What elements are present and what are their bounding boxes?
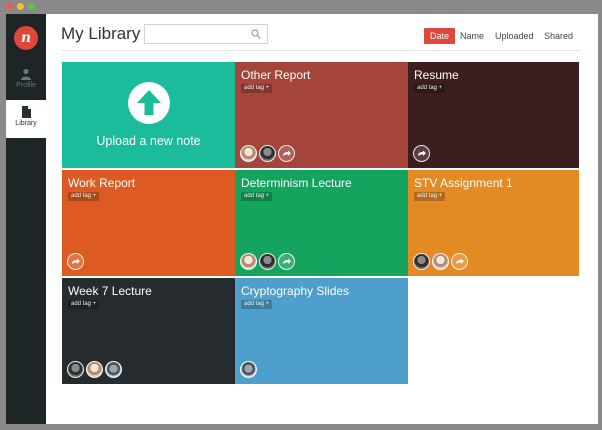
avatar[interactable] <box>259 253 276 270</box>
title-bar <box>0 0 602 14</box>
note-title: Week 7 Lecture <box>68 284 152 298</box>
note-title: Cryptography Slides <box>241 284 350 298</box>
note-title: Determinism Lecture <box>241 176 352 190</box>
avatar[interactable] <box>105 361 122 378</box>
notes-logo-icon[interactable]: n <box>14 26 38 50</box>
maximize-window-button[interactable] <box>28 3 35 10</box>
sidebar-item-label: Library <box>15 120 37 127</box>
share-icon[interactable] <box>451 253 468 270</box>
share-icon[interactable] <box>67 253 84 270</box>
note-tile-resume[interactable]: Resume add tag + <box>408 62 579 168</box>
note-tile-determinism-lecture[interactable]: Determinism Lecture add tag + <box>235 170 408 276</box>
search-icon[interactable] <box>251 29 261 39</box>
person-icon <box>21 68 31 80</box>
note-title: STV Assignment 1 <box>414 176 513 190</box>
upload-note-tile[interactable]: Upload a new note <box>62 62 235 168</box>
add-tag-button[interactable]: add tag + <box>241 192 273 201</box>
upload-arrow-icon <box>128 82 170 124</box>
share-icon[interactable] <box>278 253 295 270</box>
note-tile-week-7-lecture[interactable]: Week 7 Lecture add tag + <box>62 278 235 384</box>
note-title: Other Report <box>241 68 311 82</box>
add-tag-button[interactable]: add tag + <box>414 192 446 201</box>
add-tag-button[interactable]: add tag + <box>68 300 100 309</box>
app-frame: n Profile Library My Library Date Name U… <box>0 0 602 430</box>
sort-date-button[interactable]: Date <box>424 28 456 44</box>
document-icon <box>22 106 31 118</box>
app-window: n Profile Library My Library Date Name U… <box>6 14 598 424</box>
note-title: Resume <box>414 68 459 82</box>
note-tile-work-report[interactable]: Work Report add tag + <box>62 170 235 276</box>
avatar[interactable] <box>67 361 84 378</box>
search-input[interactable] <box>144 24 268 44</box>
minimize-window-button[interactable] <box>17 3 24 10</box>
avatar[interactable] <box>240 253 257 270</box>
sidebar-item-label: Profile <box>16 82 36 89</box>
share-icon[interactable] <box>413 145 430 162</box>
add-tag-button[interactable]: add tag + <box>241 300 273 309</box>
avatar[interactable] <box>86 361 103 378</box>
sidebar: n Profile Library <box>6 14 46 424</box>
add-tag-button[interactable]: add tag + <box>414 84 446 93</box>
note-tile-cryptography-slides[interactable]: Cryptography Slides add tag + <box>235 278 408 384</box>
close-window-button[interactable] <box>6 3 13 10</box>
avatar[interactable] <box>432 253 449 270</box>
note-tile-other-report[interactable]: Other Report add tag + <box>235 62 408 168</box>
sort-uploaded-button[interactable]: Uploaded <box>489 28 540 44</box>
avatar[interactable] <box>413 253 430 270</box>
add-tag-button[interactable]: add tag + <box>241 84 273 93</box>
sidebar-item-library[interactable]: Library <box>6 100 46 138</box>
avatar[interactable] <box>259 145 276 162</box>
main-content: My Library Date Name Uploaded Shared Upl… <box>46 14 598 424</box>
sort-shared-button[interactable]: Shared <box>538 28 579 44</box>
avatar[interactable] <box>240 361 257 378</box>
share-icon[interactable] <box>278 145 295 162</box>
sort-name-button[interactable]: Name <box>454 28 490 44</box>
avatar[interactable] <box>240 145 257 162</box>
header-divider <box>61 50 581 51</box>
note-title: Work Report <box>68 176 136 190</box>
page-title: My Library <box>61 24 141 43</box>
note-tile-stv-assignment-1[interactable]: STV Assignment 1 add tag + <box>408 170 579 276</box>
add-tag-button[interactable]: add tag + <box>68 192 100 201</box>
upload-note-label: Upload a new note <box>96 134 201 148</box>
sidebar-item-profile[interactable]: Profile <box>6 62 46 100</box>
